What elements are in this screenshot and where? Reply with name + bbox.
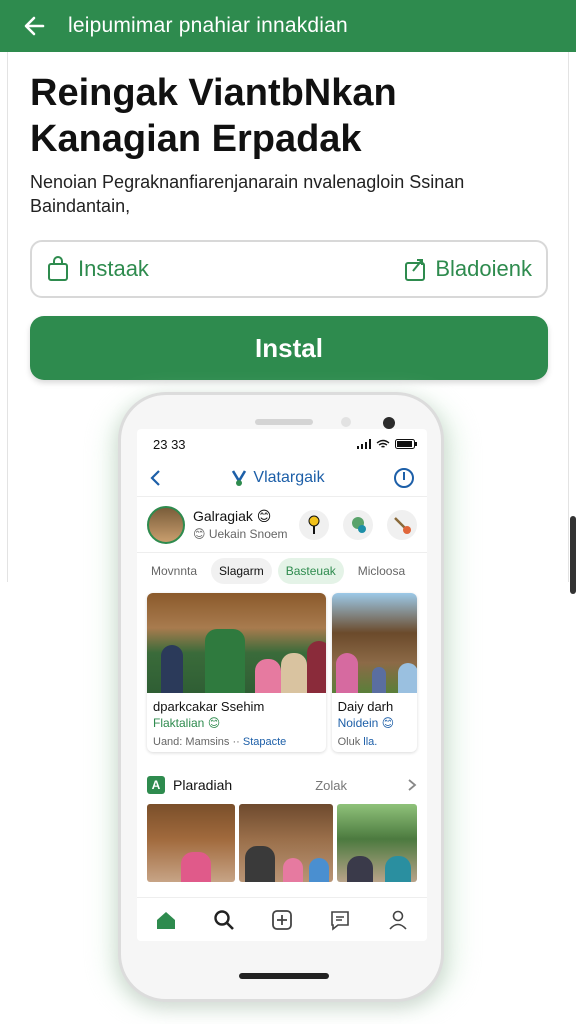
profile-icon[interactable] bbox=[387, 909, 409, 931]
download-option-label: Bladoienk bbox=[435, 256, 532, 281]
add-icon[interactable] bbox=[271, 909, 293, 931]
feed-card[interactable]: dparkcakar Ssehim Flaktalian 😊 Uand: Mam… bbox=[147, 593, 326, 752]
page-description: Nenoian Pegraknanfiarenjanarain nvalenag… bbox=[30, 172, 465, 216]
arrow-left-icon bbox=[24, 16, 45, 36]
card-subtitle: Noidein 😊 bbox=[337, 716, 395, 730]
tools-icon[interactable] bbox=[387, 509, 417, 540]
section-header[interactable]: A Plaradiah Zolak bbox=[137, 766, 427, 804]
chevron-right-icon[interactable] bbox=[407, 778, 417, 792]
scrollbar-thumb[interactable] bbox=[570, 516, 576, 594]
phone-home-indicator bbox=[239, 973, 329, 979]
profile-row[interactable]: Galragiak 😊 😊 Uekain Snoem bbox=[137, 497, 427, 553]
left-edge-divider bbox=[0, 52, 8, 582]
bottom-navigation bbox=[137, 897, 427, 941]
card-text: dparkcakar Ssehim Flaktalian 😊 Uand: Mam… bbox=[147, 693, 326, 752]
chip-basteuak[interactable]: Basteuak bbox=[277, 558, 344, 584]
card-photo bbox=[331, 593, 417, 693]
install-option-label: Instaak bbox=[78, 256, 149, 281]
feed-card[interactable]: Daiy darh Noidein 😊 Oluk lla. bbox=[331, 593, 417, 752]
cards-row: dparkcakar Ssehim Flaktalian 😊 Uand: Mam… bbox=[137, 589, 427, 756]
card-meta-link[interactable]: lla. bbox=[363, 736, 377, 748]
card-meta-text: Uand: Mamsins ·· bbox=[153, 736, 240, 748]
pin-icon[interactable] bbox=[299, 509, 329, 540]
card-meta: Uand: Mamsins ·· Stapacte bbox=[153, 736, 320, 748]
avatar bbox=[147, 505, 185, 544]
chip-micloosa[interactable]: Micloosa bbox=[350, 558, 413, 584]
card-meta: Oluk lla. bbox=[338, 736, 411, 748]
phone-screen: 23 33 Vlatargaik Galragiak 😊 😊 Uekain Sn… bbox=[137, 429, 427, 941]
section-title: Plaradiah bbox=[173, 777, 233, 793]
page-headline: Reingak ViantbNkan Kanagian Erpadak bbox=[30, 72, 397, 160]
profile-name: Galragiak 😊 bbox=[193, 508, 272, 524]
options-box: Instaak Bladoienk bbox=[30, 240, 548, 298]
info-icon[interactable] bbox=[393, 467, 415, 489]
wifi-icon bbox=[376, 439, 390, 448]
phone-app-title-text: Vlatargaik bbox=[253, 468, 325, 486]
home-icon[interactable] bbox=[155, 909, 177, 931]
search-icon[interactable] bbox=[213, 909, 235, 931]
section-link[interactable]: Zolak bbox=[315, 778, 347, 793]
profile-subtitle: 😊 Uekain Snoem bbox=[193, 527, 288, 541]
card-meta-link[interactable]: Stapacte bbox=[243, 736, 286, 748]
battery-icon bbox=[395, 439, 417, 449]
status-icons bbox=[357, 439, 417, 449]
profile-info: Galragiak 😊 😊 Uekain Snoem bbox=[193, 508, 299, 541]
app-bar: leipumimar pnahiar innakdian bbox=[0, 0, 576, 52]
right-edge-divider bbox=[568, 52, 576, 582]
status-time: 23 33 bbox=[153, 436, 186, 452]
filter-chips: Movnnta Slagarm Basteuak Micloosa bbox=[137, 553, 427, 589]
chip-slagarm[interactable]: Slagarm bbox=[211, 558, 272, 584]
card-meta-text: Oluk bbox=[337, 736, 361, 748]
signal-icon bbox=[357, 439, 371, 449]
profile-actions bbox=[299, 509, 417, 540]
phone-app-header: Vlatargaik bbox=[137, 459, 427, 497]
app-logo-icon bbox=[232, 469, 247, 486]
status-bar: 23 33 bbox=[137, 429, 427, 459]
section-badge: A bbox=[147, 776, 165, 794]
bag-icon bbox=[48, 256, 68, 281]
card-text: Daiy darh Noidein 😊 Oluk lla. bbox=[332, 693, 417, 752]
phone-mockup: 23 33 Vlatargaik Galragiak 😊 😊 Uekain Sn… bbox=[118, 392, 444, 1002]
phone-app-title: Vlatargaik bbox=[231, 468, 325, 487]
back-button[interactable] bbox=[20, 12, 48, 40]
card-title: dparkcakar Ssehim bbox=[153, 699, 265, 714]
download-option[interactable]: Bladoienk bbox=[403, 256, 532, 282]
card-title: Daiy darh bbox=[337, 699, 394, 714]
install-option[interactable]: Instaak bbox=[46, 256, 149, 282]
chip-movnnta[interactable]: Movnnta bbox=[143, 558, 205, 584]
avatar-badge-icon[interactable] bbox=[343, 509, 373, 540]
strip-photo[interactable] bbox=[147, 804, 235, 882]
photo-strip bbox=[137, 804, 427, 882]
card-photo bbox=[147, 593, 326, 693]
install-button[interactable]: Instal bbox=[30, 316, 548, 380]
chevron-left-icon[interactable] bbox=[149, 469, 163, 487]
strip-photo[interactable] bbox=[336, 804, 417, 882]
phone-speaker bbox=[255, 419, 313, 425]
phone-sensor bbox=[341, 417, 351, 427]
card-subtitle: Flaktalian 😊 bbox=[153, 716, 221, 730]
messages-icon[interactable] bbox=[329, 909, 351, 931]
phone-camera bbox=[383, 417, 395, 429]
app-bar-title: leipumimar pnahiar innakdian bbox=[68, 14, 348, 37]
strip-photo[interactable] bbox=[238, 804, 333, 882]
share-box-icon bbox=[405, 259, 426, 281]
